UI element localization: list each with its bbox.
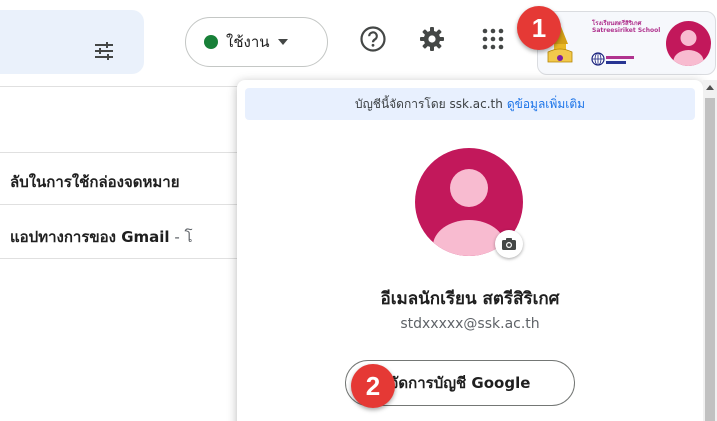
mail-snippet: - โ [169,228,193,246]
mail-subject: ลับในการใช้กล่องจดหมาย [10,173,180,191]
gear-icon [420,27,444,51]
account-switcher[interactable]: โรงเรียนสตรีสิริเกศ Satreesiriket School [537,11,716,75]
account-name: อีเมลนักเรียน สตรีสิริเกศ [380,289,560,309]
avatar[interactable] [666,21,711,66]
change-photo-button[interactable] [495,230,523,258]
list-divider [0,86,237,87]
status-label: ใช้งาน [226,33,270,51]
camera-icon [502,238,516,250]
search-bar[interactable] [0,10,144,74]
scrollbar[interactable] [703,80,717,421]
filter-settings-icon[interactable] [92,39,116,63]
status-dot-icon [204,35,218,49]
profile-icon [673,30,704,66]
apps-button[interactable] [478,24,508,54]
school-logo-text: โรงเรียนสตรีสิริเกศ Satreesiriket School [592,20,661,34]
scroll-thumb[interactable] [705,98,715,421]
managed-notice: บัญชีนี้จัดการโดย ssk.ac.th ดูข้อมูลเพิ่… [245,88,695,120]
step-marker-1: 1 [517,6,561,50]
learn-more-link[interactable]: ดูข้อมูลเพิ่มเติม [507,95,585,114]
list-item[interactable]: แอปทางการของ Gmail - โ [10,225,193,249]
help-icon [360,26,386,52]
account-popup: บัญชีนี้จัดการโดย ssk.ac.th ดูข้อมูลเพิ่… [237,80,703,421]
chevron-down-icon [277,39,288,45]
account-email: stdxxxxx@ssk.ac.th [400,316,540,332]
step-marker-2: 2 [351,364,395,408]
scroll-up-icon[interactable] [706,85,714,90]
settings-button[interactable] [417,24,447,54]
managed-text: บัญชีนี้จัดการโดย ssk.ac.th [354,96,503,111]
apps-grid-icon [482,28,504,50]
mail-subject: แอปทางการของ Gmail [10,228,170,246]
list-divider [0,204,237,205]
help-button[interactable] [358,24,388,54]
list-item[interactable]: ลับในการใช้กล่องจดหมาย [10,170,179,194]
gmail-window: ใช้งาน โรงเรียนสตรีสิริเกศ Satreesiriket… [0,0,717,421]
list-divider [0,258,237,259]
list-divider [0,152,237,153]
status-chip[interactable]: ใช้งาน [185,17,328,67]
